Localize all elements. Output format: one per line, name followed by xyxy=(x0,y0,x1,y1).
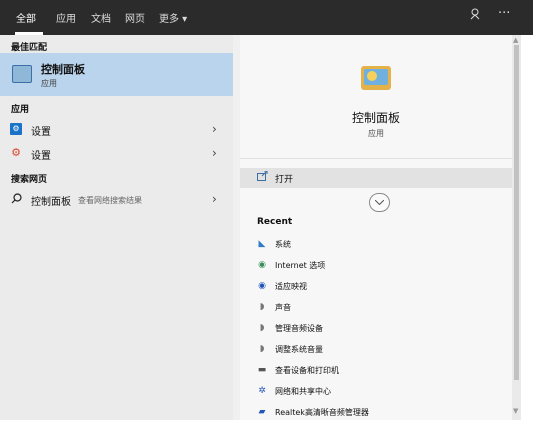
tab-all[interactable]: 全部 xyxy=(16,10,36,25)
scrollbar-thumb[interactable] xyxy=(514,45,519,380)
recent-item[interactable]: ✲ 网络和共享中心 xyxy=(240,383,512,403)
control-panel-large-icon xyxy=(361,66,391,90)
tab-documents[interactable]: 文档 xyxy=(91,10,111,25)
app-result-settings[interactable]: ⚙ 设置 › xyxy=(0,120,233,141)
recent-item-label: 查看设备和打印机 xyxy=(275,366,339,375)
tab-more[interactable]: 更多 ▾ xyxy=(159,10,187,25)
control-panel-icon xyxy=(12,65,32,83)
recent-item[interactable]: ◣ 系统 xyxy=(240,236,512,256)
web-search-header: 搜索网页 xyxy=(11,175,48,185)
recent-item[interactable]: ▬ 查看设备和打印机 xyxy=(240,362,512,382)
recent-item-label: 调整系统音量 xyxy=(275,345,323,354)
window-edge xyxy=(521,35,533,427)
printer-icon: ▬ xyxy=(257,365,267,375)
recent-item[interactable]: ◉ 适应映视 xyxy=(240,278,512,298)
window-edge-bottom xyxy=(0,420,521,427)
display-icon: ◉ xyxy=(258,281,266,291)
best-match-header: 最佳匹配 xyxy=(11,43,48,53)
recent-item-label: 网络和共享中心 xyxy=(275,387,331,396)
results-panel: 最佳匹配 控制面板 应用 应用 ⚙ 设置 › ⚙ 设置 › 搜索网页 控制面板 … xyxy=(0,35,233,420)
gear-orange-icon: ⚙ xyxy=(11,146,21,159)
preview-subtitle: 应用 xyxy=(368,129,384,138)
app-result-label: 设置 xyxy=(31,127,51,138)
tab-apps[interactable]: 应用 xyxy=(56,10,76,25)
recent-item-label: 适应映视 xyxy=(275,282,307,291)
best-match-subtitle: 应用 xyxy=(41,79,57,88)
tab-web[interactable]: 网页 xyxy=(125,10,145,25)
system-icon: ◣ xyxy=(258,239,266,249)
expand-button[interactable] xyxy=(369,193,390,212)
recent-item-label: 系统 xyxy=(275,240,291,249)
divider xyxy=(240,158,512,159)
app-result-label: 设置 xyxy=(31,151,51,162)
recent-item[interactable]: ◗ 声音 xyxy=(240,299,512,319)
control-panel-chart xyxy=(367,71,377,81)
best-match-item[interactable]: 控制面板 应用 xyxy=(0,53,233,96)
recent-item[interactable]: ◗ 调整系统音量 xyxy=(240,341,512,361)
recent-item[interactable]: ◗ 管理音频设备 xyxy=(240,320,512,340)
open-icon xyxy=(257,170,268,184)
web-search-label: 控制面板 xyxy=(31,197,71,208)
open-action[interactable]: 打开 xyxy=(240,168,512,188)
apps-header: 应用 xyxy=(11,105,30,115)
network-icon: ✲ xyxy=(258,386,266,396)
chevron-right-icon[interactable]: › xyxy=(212,122,217,136)
best-match-title: 控制面板 xyxy=(41,63,85,76)
search-filter-bar: 全部 应用 文档 网页 更多 ▾ ··· xyxy=(0,0,533,35)
web-search-hint: 查看网络搜索结果 xyxy=(78,196,142,205)
panel-gap xyxy=(233,35,240,420)
app-result-settings-2[interactable]: ⚙ 设置 › xyxy=(0,144,233,165)
sound-icon: ◗ xyxy=(259,323,265,333)
web-search-result[interactable]: 控制面板 查看网络搜索结果 › xyxy=(0,190,233,211)
sound-icon: ◗ xyxy=(259,344,265,354)
preview-title: 控制面板 xyxy=(351,111,400,125)
scroll-up-icon[interactable]: ▲ xyxy=(513,36,518,44)
preview-panel: 控制面板 应用 打开 Recent ◣ 系统 ◉ Internet 选项 ◉ 适… xyxy=(240,35,512,420)
feedback-icon[interactable] xyxy=(470,8,482,24)
recent-item[interactable]: ◉ Internet 选项 xyxy=(240,257,512,277)
chevron-right-icon[interactable]: › xyxy=(212,192,217,206)
recent-item-label: Internet 选项 xyxy=(275,261,326,270)
recent-header: Recent xyxy=(257,217,293,227)
open-label: 打开 xyxy=(275,175,294,185)
internet-options-icon: ◉ xyxy=(258,260,266,270)
scrollbar[interactable]: ▲ ▼ xyxy=(512,35,521,420)
recent-item-label: 声音 xyxy=(275,303,291,312)
chevron-right-icon[interactable]: › xyxy=(212,146,217,160)
audio-manager-icon: ▰ xyxy=(258,407,266,417)
recent-item-label: Realtek高清晰音频管理器 xyxy=(275,408,369,417)
sound-icon: ◗ xyxy=(259,302,265,312)
scroll-down-icon[interactable]: ▼ xyxy=(513,407,518,415)
gear-icon: ⚙ xyxy=(10,123,22,135)
search-icon xyxy=(10,193,22,205)
ellipsis-icon[interactable]: ··· xyxy=(498,6,510,21)
recent-item-label: 管理音频设备 xyxy=(275,324,323,333)
chevron-down-icon xyxy=(375,200,384,205)
